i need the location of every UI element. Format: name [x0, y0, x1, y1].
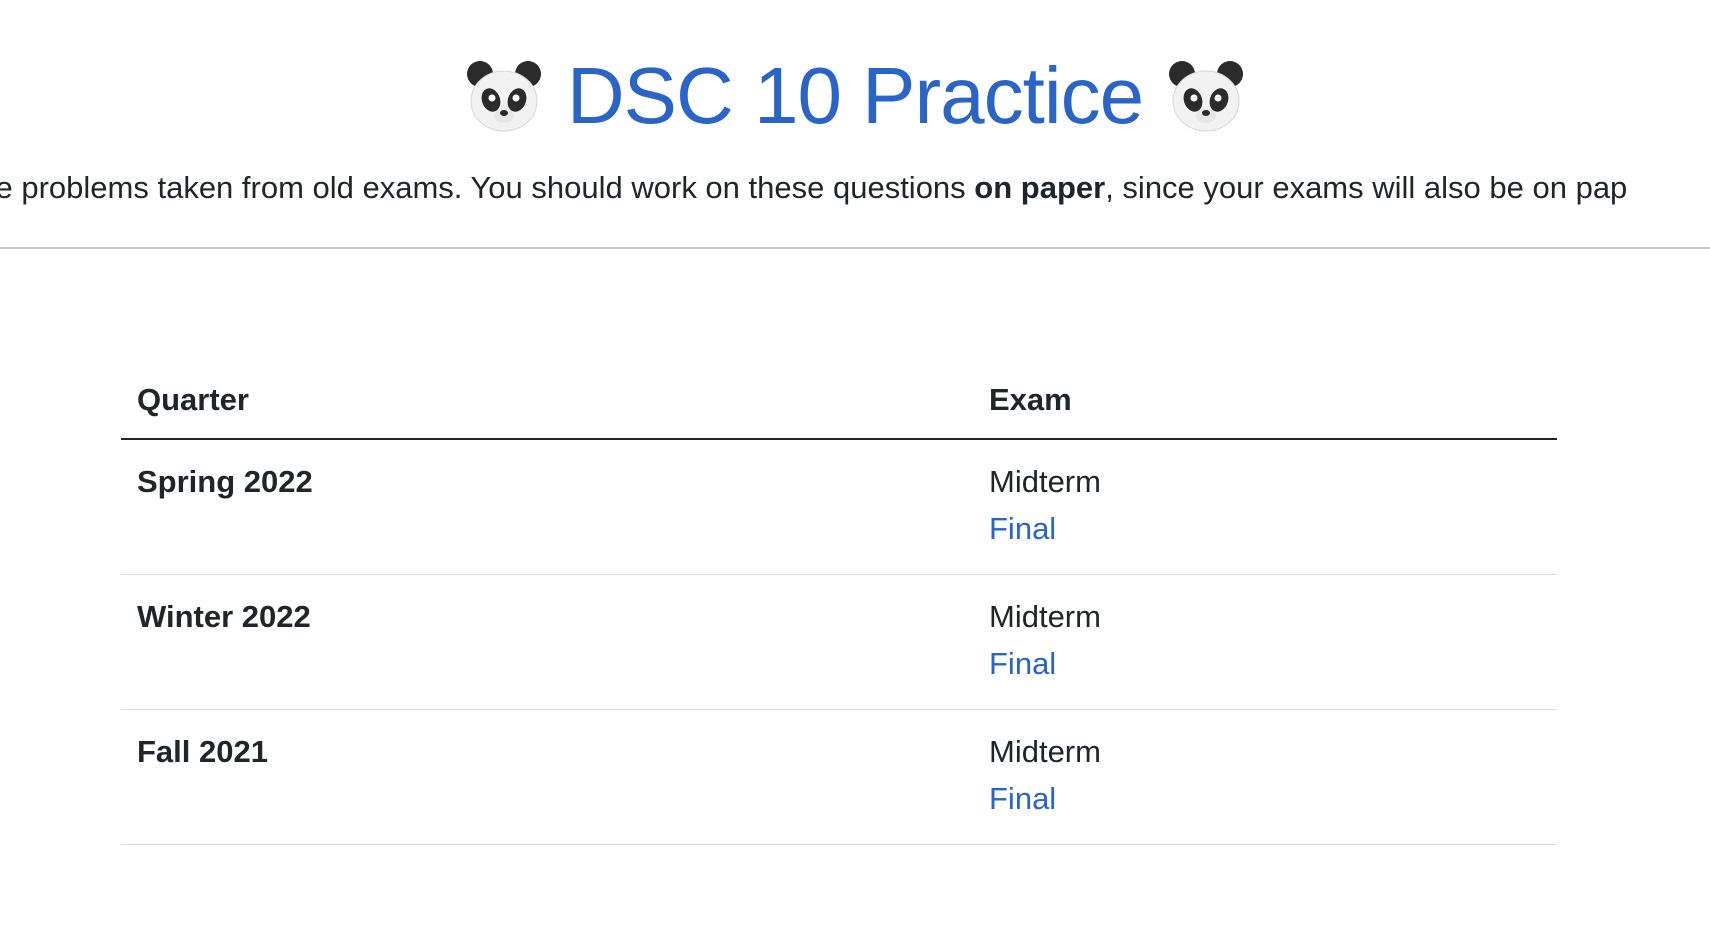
quarter-cell: Spring 2022 [121, 439, 973, 575]
midterm-label: Midterm [989, 464, 1101, 499]
intro-text-start: ce problems taken from old exams. You sh… [0, 170, 975, 205]
exam-table: Quarter Exam Spring 2022 Midterm Final W… [121, 368, 1557, 845]
quarter-cell: Fall 2021 [121, 709, 973, 845]
quarter-cell: Winter 2022 [121, 574, 973, 710]
column-header-quarter: Quarter [121, 368, 973, 440]
panda-face-icon [1166, 56, 1246, 136]
page-title[interactable]: DSC 10 Practice [567, 56, 1144, 136]
divider [0, 247, 1710, 249]
exam-cell: Midterm Final [973, 709, 1557, 845]
final-link[interactable]: Final [989, 637, 1541, 691]
exam-cell: Midterm Final [973, 439, 1557, 575]
final-link[interactable]: Final [989, 772, 1541, 826]
intro-paragraph: ce problems taken from old exams. You sh… [0, 170, 1710, 206]
intro-text-bold: on paper [974, 170, 1106, 205]
exam-cell: Midterm Final [973, 574, 1557, 710]
intro-text-end: , since your exams will also be on pap [1105, 170, 1628, 205]
page-header: DSC 10 Practice [0, 56, 1710, 136]
page: DSC 10 Practice ce problems taken from o… [0, 0, 1710, 948]
table-row: Spring 2022 Midterm Final [121, 439, 1557, 575]
table-header-row: Quarter Exam [121, 368, 1557, 440]
midterm-label: Midterm [989, 599, 1101, 634]
final-link[interactable]: Final [989, 502, 1541, 556]
column-header-exam: Exam [973, 368, 1557, 440]
table-row: Fall 2021 Midterm Final [121, 709, 1557, 845]
table-row: Winter 2022 Midterm Final [121, 574, 1557, 710]
panda-face-icon [464, 56, 544, 136]
midterm-label: Midterm [989, 734, 1101, 769]
